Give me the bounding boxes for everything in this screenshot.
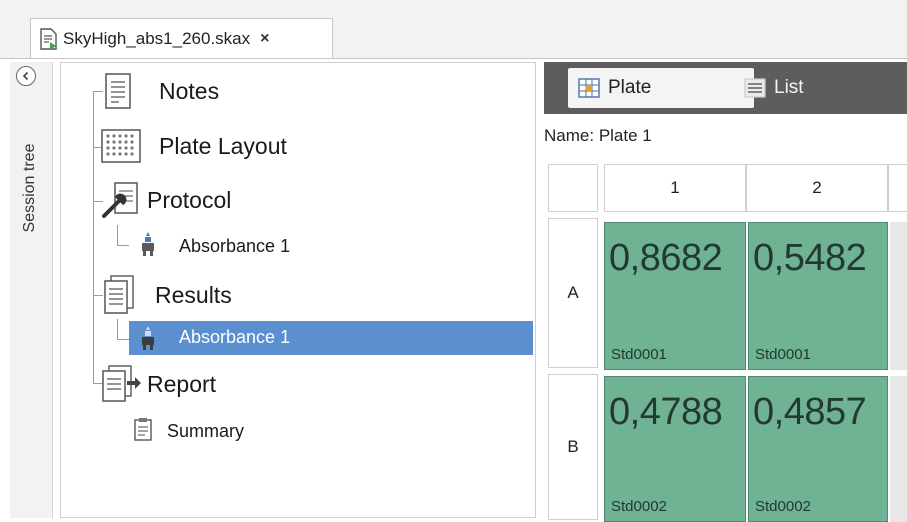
protocol-icon: [101, 181, 141, 219]
absorbance-icon: [139, 325, 157, 356]
collapse-panel-icon[interactable]: [16, 66, 36, 86]
absorbance-icon: [139, 231, 157, 262]
tree-sub-line: [117, 319, 118, 339]
well-value: 0,8682: [609, 237, 723, 279]
tree-sub-line: [117, 245, 129, 246]
session-tree-label[interactable]: Session tree: [21, 144, 39, 233]
tab-list-label: List: [774, 77, 804, 98]
well-value: 0,4788: [609, 391, 723, 433]
tab-list[interactable]: List: [734, 68, 884, 108]
tab-plate[interactable]: Plate: [568, 68, 754, 108]
tree-item-report-summary[interactable]: Summary: [133, 417, 244, 446]
well-b2[interactable]: 0,4857 Std0002: [748, 376, 888, 522]
column-header-1[interactable]: 1: [604, 164, 746, 212]
plate-view-pane: Plate List Name: Plate 1 1 2 A 0,8682 St…: [544, 62, 907, 522]
plate-name-row: Name: Plate 1: [544, 126, 652, 146]
tree-item-protocol-label: Protocol: [147, 186, 232, 213]
tree-item-protocol-absorbance[interactable]: Absorbance 1: [139, 231, 290, 262]
column-header-partial: [888, 164, 907, 212]
well-value: 0,4857: [753, 391, 867, 433]
session-tree-panel: Notes Plate Layout Protocol Absorbance 1…: [60, 62, 536, 518]
tree-item-report-summary-label: Summary: [167, 421, 245, 441]
tree-branch-line: [93, 295, 103, 296]
plate-name-label: Name:: [544, 126, 595, 145]
tree-sub-line: [117, 339, 129, 340]
view-tab-bar: Plate List: [544, 62, 907, 114]
session-tree-rail: Session tree: [10, 62, 53, 518]
document-tab-title: SkyHigh_abs1_260.skax: [63, 28, 251, 48]
list-icon: [744, 78, 766, 98]
well-sample-id: Std0002: [611, 498, 667, 515]
row-header-a[interactable]: A: [548, 218, 598, 368]
tree-item-results[interactable]: Results: [103, 275, 232, 315]
tree-item-results-label: Results: [155, 281, 232, 308]
tree-item-report-label: Report: [147, 370, 217, 397]
document-tab-strip: SkyHigh_abs1_260.skax ×: [0, 0, 907, 59]
well-value: 0,5482: [753, 237, 867, 279]
tab-plate-label: Plate: [608, 77, 652, 98]
summary-clipboard-icon: [133, 417, 153, 446]
tree-item-protocol[interactable]: Protocol: [101, 181, 231, 219]
well-sample-id: Std0001: [755, 346, 811, 363]
well-a1[interactable]: 0,8682 Std0001: [604, 222, 746, 370]
tree-item-report[interactable]: Report: [101, 365, 216, 403]
tree-item-plate-layout-label: Plate Layout: [159, 132, 287, 159]
plate-name-value: Plate 1: [598, 126, 652, 145]
tree-item-notes[interactable]: Notes: [105, 73, 219, 109]
tree-branch-line: [93, 91, 103, 92]
plate-layout-icon: [101, 129, 141, 163]
tree-trunk-line: [93, 91, 94, 383]
well-sample-id: Std0001: [611, 346, 667, 363]
well-sample-id: Std0002: [755, 498, 811, 515]
tree-item-notes-label: Notes: [159, 77, 220, 104]
tree-item-protocol-absorbance-label: Absorbance 1: [179, 236, 291, 256]
report-icon: [101, 365, 141, 403]
well-partial: [890, 222, 907, 370]
well-partial: [890, 376, 907, 522]
tree-item-results-absorbance-selected[interactable]: Absorbance 1: [129, 321, 533, 355]
well-a2[interactable]: 0,5482 Std0001: [748, 222, 888, 370]
file-icon: [39, 27, 59, 50]
well-b1[interactable]: 0,4788 Std0002: [604, 376, 746, 522]
tree-item-results-absorbance-label: Absorbance 1: [179, 327, 291, 347]
document-tab[interactable]: SkyHigh_abs1_260.skax ×: [30, 18, 333, 58]
plate-grid-icon: [578, 78, 600, 98]
notes-icon: [105, 73, 131, 109]
tree-sub-line: [117, 225, 118, 245]
close-tab-icon[interactable]: ×: [260, 30, 269, 48]
tree-item-plate-layout[interactable]: Plate Layout: [101, 129, 287, 163]
results-icon: [103, 275, 135, 315]
grid-corner-cell: [548, 164, 598, 212]
row-header-b[interactable]: B: [548, 374, 598, 520]
column-header-2[interactable]: 2: [746, 164, 888, 212]
